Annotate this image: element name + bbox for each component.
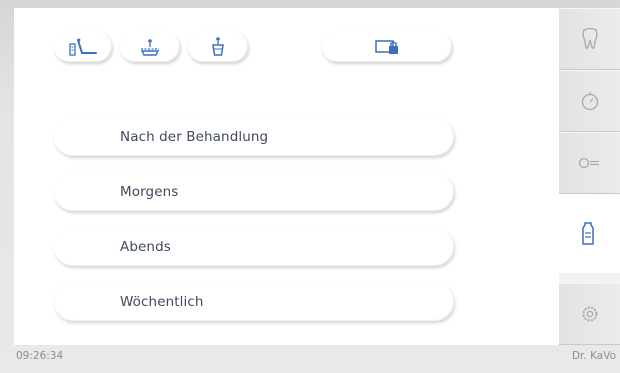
screen-lock-icon [375,40,398,54]
tab-instruments[interactable] [559,132,620,194]
program-label: Morgens [120,184,179,200]
tab-treatment[interactable] [559,8,620,70]
lock-screen-button[interactable] [322,32,452,62]
program-label: Wöchentlich [120,294,204,310]
program-evening-button[interactable]: Abends [54,228,454,266]
program-after-treatment-button[interactable]: Nach der Behandlung [54,118,454,156]
spittoon-icon [140,39,160,56]
tab-hygiene[interactable] [555,194,620,273]
spittoon-position-button[interactable] [120,32,180,62]
program-label: Abends [120,239,171,255]
user-name: Dr. KaVo [571,350,616,362]
clock-time: 09:26:34 [16,350,64,362]
timer-icon [581,92,598,111]
program-label: Nach der Behandlung [120,129,269,145]
cup-filler-icon [212,37,224,56]
hygiene-bottle-icon [581,221,594,245]
instrument-icon [578,157,599,169]
cup-filler-button[interactable] [188,32,248,62]
chair-position-button[interactable] [54,32,112,62]
tab-timer[interactable] [559,70,620,132]
tab-settings[interactable] [559,283,620,345]
settings-gear-icon [582,306,597,322]
dental-chair-icon [69,38,97,56]
program-weekly-button[interactable]: Wöchentlich [54,283,454,321]
tooth-icon [582,27,597,49]
program-morning-button[interactable]: Morgens [54,173,454,211]
